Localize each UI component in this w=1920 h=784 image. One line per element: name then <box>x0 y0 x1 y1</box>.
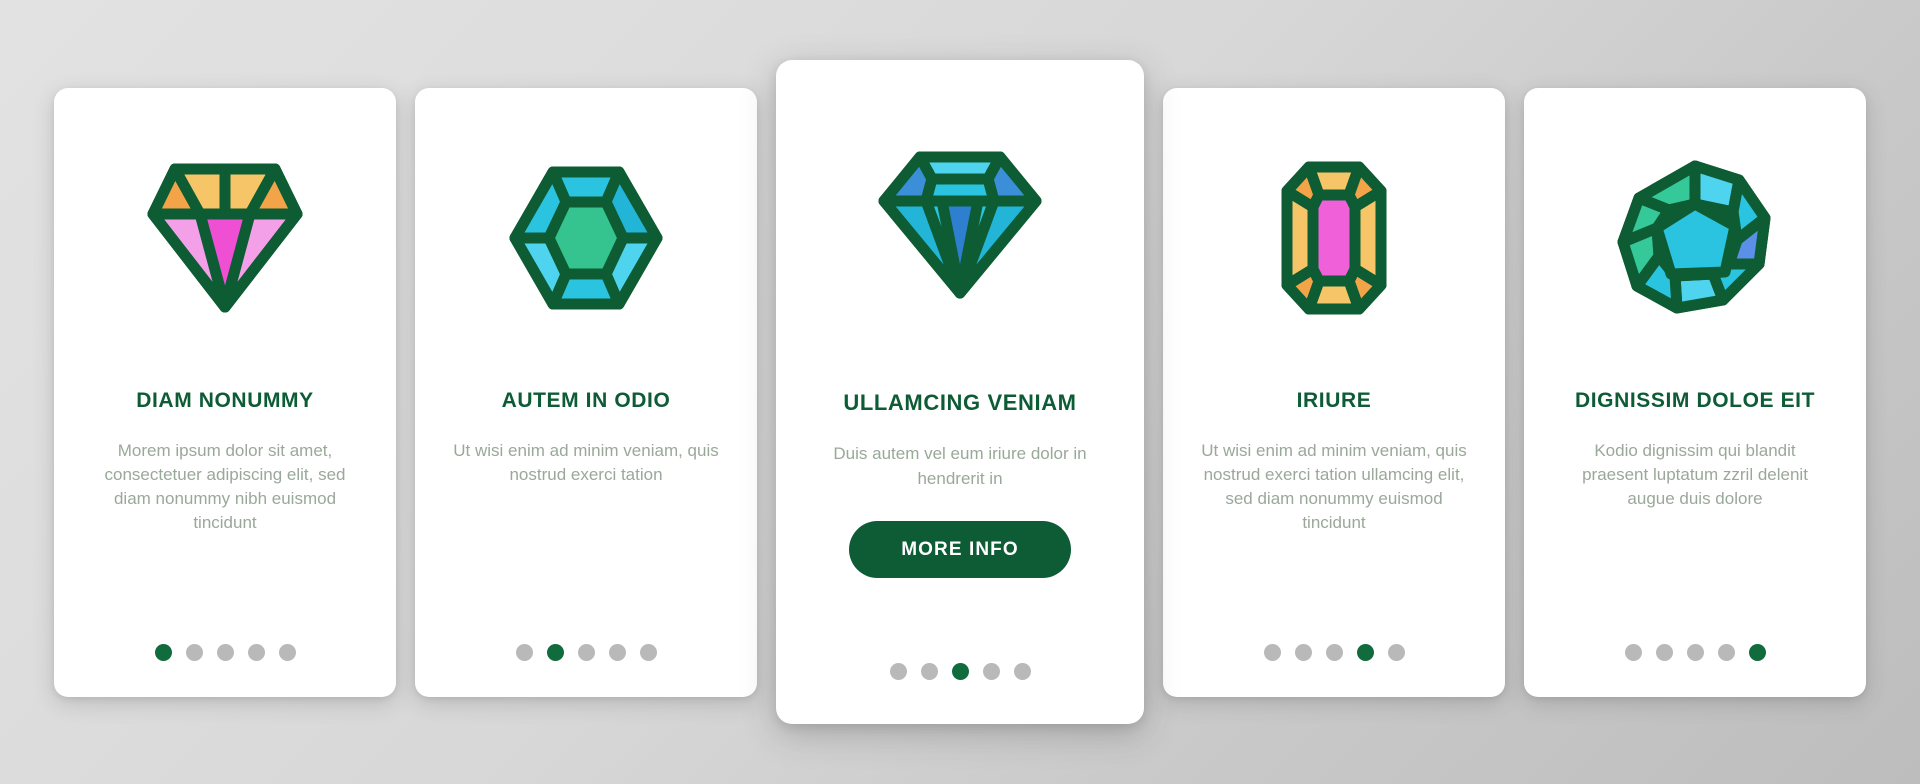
card-3-pagination-dots <box>776 663 1144 680</box>
pagination-dot[interactable] <box>1325 643 1343 661</box>
card-3-title: ULLAMCING VENIAM <box>843 390 1077 415</box>
pagination-dot[interactable] <box>278 643 296 661</box>
pagination-dot[interactable] <box>1013 663 1031 680</box>
pagination-dot[interactable] <box>982 663 1000 680</box>
pagination-dot[interactable] <box>951 663 969 680</box>
card-4-pagination-dots <box>1163 643 1505 661</box>
onboarding-card-3-featured[interactable]: ULLAMCING VENIAM Duis autem vel eum iriu… <box>776 60 1144 724</box>
pagination-dot[interactable] <box>154 643 172 661</box>
card-5-description: Kodio dignissim qui blandit praesent lup… <box>1582 440 1808 508</box>
onboarding-card-2[interactable]: AUTEM IN ODIO Ut wisi enim ad minim veni… <box>415 87 757 697</box>
pagination-dot[interactable] <box>1655 643 1673 661</box>
card-2-description: Ut wisi enim ad minim veniam, quis nostr… <box>453 440 719 484</box>
pagination-dot[interactable] <box>185 643 203 661</box>
pagination-dot[interactable] <box>1748 643 1766 661</box>
card-1-icon-wrap <box>76 88 374 388</box>
pagination-dot[interactable] <box>920 663 938 680</box>
card-2-title: AUTEM IN ODIO <box>501 388 671 412</box>
onboarding-card-4[interactable]: IRIURE Ut wisi enim ad minim veniam, qui… <box>1163 87 1505 697</box>
card-5-pagination-dots <box>1524 643 1866 661</box>
pagination-dot[interactable] <box>1263 643 1281 661</box>
pagination-dot[interactable] <box>639 643 657 661</box>
pagination-dot[interactable] <box>247 643 265 661</box>
card-2-pagination-dots <box>415 643 757 661</box>
card-4-icon-wrap <box>1185 88 1483 388</box>
pagination-dot[interactable] <box>1356 643 1374 661</box>
pagination-dot[interactable] <box>1717 643 1735 661</box>
pagination-dot[interactable] <box>1686 643 1704 661</box>
onboarding-card-carousel: DIAM NONUMMY Morem ipsum dolor sit amet,… <box>0 0 1920 784</box>
blue-brilliant-diamond-icon <box>878 151 1042 299</box>
pagination-dot[interactable] <box>608 643 626 661</box>
card-3-description: Duis autem vel eum iriure dolor in hendr… <box>833 444 1087 488</box>
pagination-dot[interactable] <box>1387 643 1405 661</box>
onboarding-card-1[interactable]: DIAM NONUMMY Morem ipsum dolor sit amet,… <box>54 87 396 697</box>
pagination-dot[interactable] <box>1624 643 1642 661</box>
pagination-dot[interactable] <box>515 643 533 661</box>
card-1-description: Morem ipsum dolor sit amet, consectetuer… <box>104 440 346 533</box>
pagination-dot[interactable] <box>216 643 234 661</box>
card-1-title: DIAM NONUMMY <box>136 388 314 412</box>
pagination-dot[interactable] <box>546 643 564 661</box>
card-2-icon-wrap <box>437 88 735 388</box>
pagination-dot[interactable] <box>889 663 907 680</box>
round-gem-icon <box>1617 160 1771 313</box>
card-5-title: DIGNISSIM DOLOE EIT <box>1574 388 1816 412</box>
card-4-description: Ut wisi enim ad minim veniam, quis nostr… <box>1201 440 1467 533</box>
emerald-cut-gem-icon <box>1281 161 1387 314</box>
more-info-button[interactable]: MORE INFO <box>849 520 1071 578</box>
pagination-dot[interactable] <box>577 643 595 661</box>
card-3-icon-wrap <box>798 60 1122 390</box>
pagination-dot[interactable] <box>1294 643 1312 661</box>
card-4-title: IRIURE <box>1296 388 1372 412</box>
card-1-pagination-dots <box>54 643 396 661</box>
hexagon-gem-icon <box>509 166 663 309</box>
card-5-icon-wrap <box>1546 88 1844 388</box>
onboarding-card-5[interactable]: DIGNISSIM DOLOE EIT Kodio dignissim qui … <box>1524 87 1866 697</box>
pink-brilliant-diamond-icon <box>147 163 303 312</box>
